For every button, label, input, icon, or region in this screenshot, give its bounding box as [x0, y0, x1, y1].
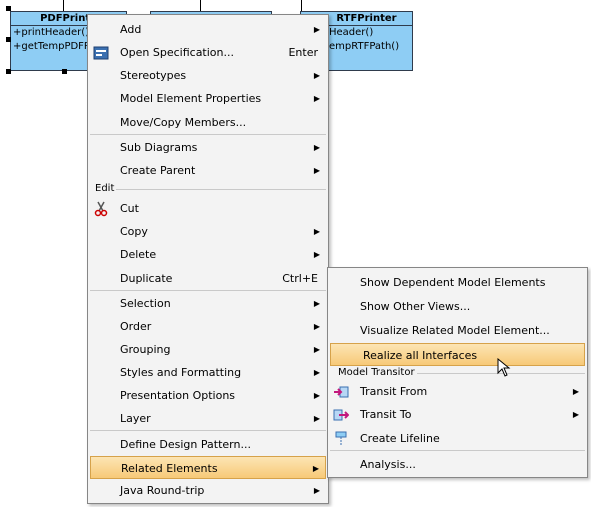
scissors-icon [93, 201, 109, 217]
menu-group-edit: Edit [93, 183, 326, 195]
menu-item-stereotypes[interactable]: Stereotypes ▶ [88, 64, 328, 87]
submenu-arrow-icon: ▶ [313, 250, 320, 259]
submenu-arrow-icon: ▶ [313, 322, 320, 331]
transit-to-icon [333, 407, 350, 423]
menu-item-visualize-related-model-element[interactable]: Visualize Related Model Element... [328, 319, 587, 342]
menu-item-add[interactable]: Add ▶ [88, 18, 328, 41]
selection-handle[interactable] [62, 69, 67, 74]
menu-separator [90, 290, 326, 291]
menu-item-styles-and-formatting[interactable]: Styles and Formatting ▶ [88, 361, 328, 384]
menu-item-show-other-views[interactable]: Show Other Views... [328, 295, 587, 318]
submenu-arrow-icon: ▶ [572, 387, 579, 396]
menu-separator [330, 450, 585, 451]
menu-item-transit-from[interactable]: Transit From ▶ [328, 380, 587, 403]
menu-item-define-design-pattern[interactable]: Define Design Pattern... [88, 433, 328, 456]
menu-separator [90, 134, 326, 135]
menu-item-grouping[interactable]: Grouping ▶ [88, 338, 328, 361]
submenu-arrow-icon: ▶ [313, 94, 320, 103]
menu-item-sub-diagrams[interactable]: Sub Diagrams ▶ [88, 136, 328, 159]
selection-handle[interactable] [6, 6, 11, 11]
submenu-arrow-icon: ▶ [313, 345, 320, 354]
lifeline-icon [333, 431, 349, 447]
menu-item-related-elements[interactable]: Related Elements ▶ [90, 456, 326, 479]
submenu-arrow-icon: ▶ [313, 486, 320, 495]
menu-item-move-copy-members[interactable]: Move/Copy Members... [88, 111, 328, 134]
submenu-arrow-icon: ▶ [572, 410, 579, 419]
menu-item-order[interactable]: Order ▶ [88, 315, 328, 338]
menu-item-analysis[interactable]: Analysis... [328, 453, 587, 476]
selection-handle[interactable] [6, 37, 11, 42]
specification-icon [93, 45, 109, 61]
menu-item-presentation-options[interactable]: Presentation Options ▶ [88, 384, 328, 407]
menu-item-cut[interactable]: Cut [88, 197, 328, 220]
menu-item-transit-to[interactable]: Transit To ▶ [328, 403, 587, 426]
menu-item-duplicate[interactable]: Duplicate Ctrl+E [88, 267, 328, 290]
submenu-arrow-icon: ▶ [313, 71, 320, 80]
related-elements-submenu: Show Dependent Model Elements Show Other… [327, 267, 588, 478]
submenu-arrow-icon: ▶ [313, 227, 320, 236]
submenu-arrow-icon: ▶ [313, 391, 320, 400]
menu-item-java-round-trip[interactable]: Java Round-trip ▶ [88, 479, 328, 502]
menu-item-model-element-properties[interactable]: Model Element Properties ▶ [88, 87, 328, 110]
menu-item-realize-all-interfaces[interactable]: Realize all Interfaces [330, 343, 585, 366]
submenu-arrow-icon: ▶ [313, 368, 320, 377]
menu-item-show-dependent-model-elements[interactable]: Show Dependent Model Elements [328, 271, 587, 294]
submenu-arrow-icon: ▶ [313, 414, 320, 423]
menu-item-copy[interactable]: Copy ▶ [88, 220, 328, 243]
menu-group-model-transitor: Model Transitor [336, 367, 585, 379]
submenu-arrow-icon: ▶ [313, 299, 320, 308]
menu-item-create-parent[interactable]: Create Parent ▶ [88, 159, 328, 182]
submenu-arrow-icon: ▶ [313, 166, 320, 175]
menu-item-selection[interactable]: Selection ▶ [88, 292, 328, 315]
mouse-cursor-icon [497, 357, 511, 381]
submenu-arrow-icon: ▶ [313, 25, 320, 34]
selection-handle[interactable] [6, 69, 11, 74]
context-menu: Add ▶ Open Specification... Enter Stereoty… [87, 14, 329, 504]
submenu-arrow-icon: ▶ [312, 464, 319, 473]
menu-item-layer[interactable]: Layer ▶ [88, 407, 328, 430]
menu-item-create-lifeline[interactable]: Create Lifeline [328, 427, 587, 450]
menu-item-delete[interactable]: Delete ▶ [88, 243, 328, 266]
transit-from-icon [333, 384, 349, 400]
submenu-arrow-icon: ▶ [313, 143, 320, 152]
menu-separator [90, 430, 326, 431]
menu-item-open-specification[interactable]: Open Specification... Enter [88, 41, 328, 64]
